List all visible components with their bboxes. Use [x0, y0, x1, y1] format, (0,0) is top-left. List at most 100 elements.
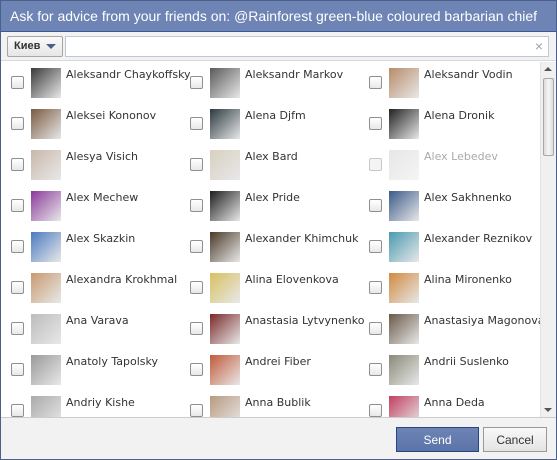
- ask-friends-dialog: Ask for advice from your friends on: @Ra…: [0, 0, 557, 460]
- friend-avatar: [389, 396, 419, 417]
- friend-avatar: [389, 191, 419, 221]
- friend-row: Alexandra Krokhmal Alina Elovenkova Alina …: [1, 267, 539, 308]
- friend-item[interactable]: Alina Elovenkova: [190, 273, 366, 303]
- friend-item[interactable]: Alex Pride: [190, 191, 366, 221]
- friend-item[interactable]: Anna Deda: [369, 396, 545, 417]
- friend-name: Alex Pride: [245, 191, 300, 204]
- friend-checkbox[interactable]: [11, 404, 24, 417]
- cancel-button[interactable]: Cancel: [483, 427, 547, 452]
- friend-row: Alex Skazkin Alexander Khimchuk Alexander …: [1, 226, 539, 267]
- friend-checkbox[interactable]: [11, 158, 24, 171]
- friend-avatar: [389, 314, 419, 344]
- friend-name: Anastasiya Magonova: [424, 314, 545, 327]
- friend-checkbox[interactable]: [190, 281, 203, 294]
- friend-item[interactable]: Alex Skazkin: [11, 232, 187, 262]
- friend-item[interactable]: Alesya Visich: [11, 150, 187, 180]
- friend-avatar: [31, 355, 61, 385]
- friend-name: Alina Mironenko: [424, 273, 512, 286]
- friend-checkbox[interactable]: [369, 281, 382, 294]
- friend-item[interactable]: Alexander Reznikov: [369, 232, 545, 262]
- scroll-down-icon[interactable]: [544, 408, 552, 412]
- clear-search-icon[interactable]: ×: [535, 38, 543, 55]
- friend-checkbox[interactable]: [11, 281, 24, 294]
- friend-checkbox[interactable]: [369, 322, 382, 335]
- friend-item[interactable]: Andrei Fiber: [190, 355, 366, 385]
- friend-item[interactable]: Alexander Khimchuk: [190, 232, 366, 262]
- friend-checkbox[interactable]: [11, 199, 24, 212]
- friend-name: Alexander Khimchuk: [245, 232, 359, 245]
- friend-checkbox[interactable]: [11, 322, 24, 335]
- friend-checkbox[interactable]: [190, 158, 203, 171]
- friend-item[interactable]: Anna Bublik: [190, 396, 366, 417]
- friend-avatar: [31, 191, 61, 221]
- friend-avatar: [31, 109, 61, 139]
- friend-checkbox[interactable]: [11, 117, 24, 130]
- friend-item[interactable]: Aleksandr Markov: [190, 68, 366, 98]
- friend-name: Alex Skazkin: [66, 232, 136, 245]
- friend-checkbox[interactable]: [190, 240, 203, 253]
- friend-item[interactable]: Anatoly Tapolsky: [11, 355, 187, 385]
- friend-avatar: [389, 355, 419, 385]
- friend-checkbox[interactable]: [369, 363, 382, 376]
- friend-checkbox[interactable]: [369, 404, 382, 417]
- friend-avatar: [389, 150, 419, 180]
- friend-item[interactable]: Aleksandr Vodin: [369, 68, 545, 98]
- friend-name: Alex Lebedev: [424, 150, 498, 163]
- friend-row: Aleksandr Chaykoffsky Aleksandr Markov Ale…: [1, 62, 539, 103]
- friend-checkbox[interactable]: [11, 76, 24, 89]
- friend-search-input[interactable]: [66, 37, 526, 56]
- friend-avatar: [210, 191, 240, 221]
- friend-name: Anastasia Lytvynenko: [245, 314, 365, 327]
- friend-checkbox[interactable]: [11, 363, 24, 376]
- friend-item[interactable]: Alena Dronik: [369, 109, 545, 139]
- friend-item[interactable]: Anastasia Lytvynenko: [190, 314, 366, 344]
- send-button[interactable]: Send: [396, 427, 479, 452]
- friend-row: Andriy Kishe Anna Bublik Anna Deda: [1, 390, 539, 417]
- scroll-up-icon[interactable]: [544, 67, 552, 71]
- friend-item[interactable]: Alex Mechew: [11, 191, 187, 221]
- friend-name: Alex Bard: [245, 150, 298, 163]
- friend-item[interactable]: Alex Sakhnenko: [369, 191, 545, 221]
- friend-avatar: [210, 273, 240, 303]
- friend-checkbox[interactable]: [369, 117, 382, 130]
- friend-checkbox[interactable]: [190, 404, 203, 417]
- friend-row: Anatoly Tapolsky Andrei Fiber Andrii Susle…: [1, 349, 539, 390]
- friend-item[interactable]: Andrii Suslenko: [369, 355, 545, 385]
- friend-row: Alesya Visich Alex Bard Alex Lebedev: [1, 144, 539, 185]
- friend-row: Ana Varava Anastasia Lytvynenko Anastasiya…: [1, 308, 544, 349]
- friend-item: Alex Lebedev: [369, 150, 545, 180]
- city-filter-dropdown[interactable]: Киев: [7, 36, 63, 57]
- chevron-down-icon: [46, 44, 56, 49]
- scrollbar-thumb[interactable]: [543, 78, 554, 156]
- dialog-footer: Send Cancel: [1, 417, 556, 459]
- friend-item[interactable]: Anastasiya Magonova: [369, 314, 545, 344]
- friend-item[interactable]: Aleksandr Chaykoffsky: [11, 68, 191, 98]
- friend-list-scrollbar[interactable]: [540, 62, 556, 417]
- friend-checkbox[interactable]: [190, 322, 203, 335]
- friend-name: Andriy Kishe: [66, 396, 135, 409]
- friend-checkbox[interactable]: [190, 117, 203, 130]
- friend-checkbox: [369, 158, 382, 171]
- friend-item[interactable]: Alina Mironenko: [369, 273, 545, 303]
- friend-name: Andrei Fiber: [245, 355, 311, 368]
- friend-item[interactable]: Alex Bard: [190, 150, 366, 180]
- friend-checkbox[interactable]: [190, 76, 203, 89]
- friend-name: Andrii Suslenko: [424, 355, 509, 368]
- friend-checkbox[interactable]: [190, 363, 203, 376]
- friend-item[interactable]: Alexandra Krokhmal: [11, 273, 187, 303]
- friend-name: Alena Dronik: [424, 109, 495, 122]
- friend-avatar: [389, 109, 419, 139]
- friend-item[interactable]: Ana Varava: [11, 314, 187, 344]
- friend-name: Alexandra Krokhmal: [66, 273, 178, 286]
- friend-checkbox[interactable]: [369, 240, 382, 253]
- friend-item[interactable]: Andriy Kishe: [11, 396, 187, 417]
- friend-checkbox[interactable]: [369, 199, 382, 212]
- friend-item[interactable]: Alena Djfm: [190, 109, 366, 139]
- friend-checkbox[interactable]: [11, 240, 24, 253]
- friend-avatar: [210, 396, 240, 417]
- friend-checkbox[interactable]: [369, 76, 382, 89]
- city-filter-label: Киев: [14, 40, 41, 52]
- friend-checkbox[interactable]: [190, 199, 203, 212]
- friend-item[interactable]: Aleksei Kononov: [11, 109, 187, 139]
- friend-name: Alex Sakhnenko: [424, 191, 512, 204]
